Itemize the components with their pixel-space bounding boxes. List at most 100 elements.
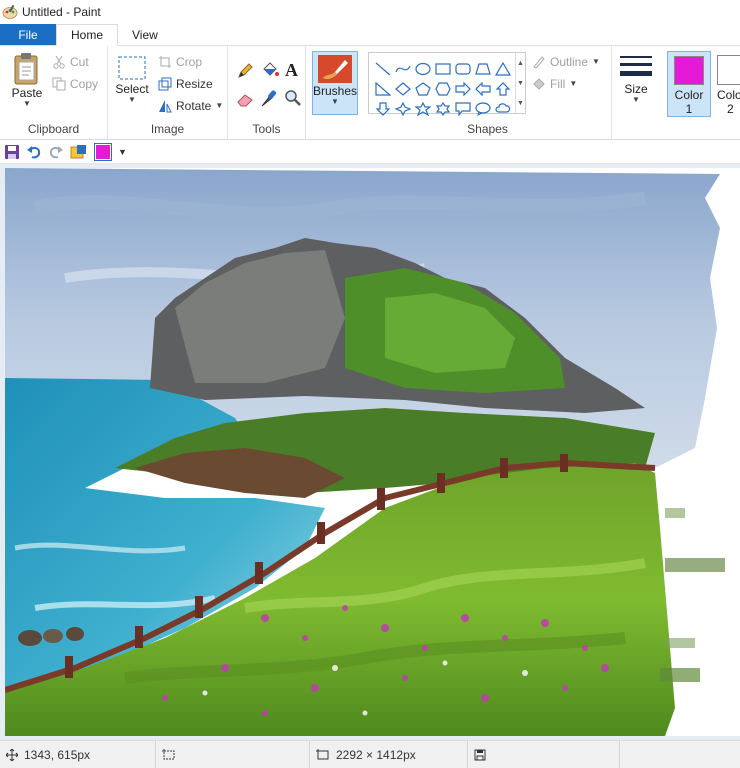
select-icon	[118, 56, 146, 80]
diamond-shape-icon[interactable]	[393, 79, 413, 99]
select-button[interactable]: Select ▼	[114, 54, 150, 104]
fill-shape-button[interactable]: Fill ▼	[532, 74, 577, 94]
oval-shape-icon[interactable]	[413, 59, 433, 79]
selection-size	[156, 741, 310, 768]
text-icon[interactable]: A	[284, 60, 302, 80]
six-point-star-shape-icon[interactable]	[433, 99, 453, 119]
chevron-down-icon: ▼	[331, 97, 339, 106]
fill-label: Fill	[550, 77, 566, 91]
size-group: Size ▼	[612, 46, 662, 140]
brushes-button[interactable]: Brushes ▼	[312, 51, 358, 115]
pencil-icon[interactable]	[236, 62, 254, 80]
right-triangle-shape-icon[interactable]	[373, 79, 393, 99]
image-size-icon	[316, 748, 329, 759]
paste-icon	[14, 53, 38, 85]
clipboard-group: Paste ▼ Cut Copy Clipboard	[0, 46, 108, 140]
shapes-group-label: Shapes	[467, 122, 508, 136]
paste-label: Paste	[11, 86, 43, 100]
scroll-down-icon[interactable]: ▼	[517, 80, 524, 87]
save-icon[interactable]	[4, 144, 20, 160]
drawing-canvas[interactable]	[5, 168, 740, 736]
crop-label: Crop	[176, 55, 203, 69]
color2-button[interactable]: Colo 2	[714, 51, 740, 117]
canvas-workspace	[0, 164, 740, 740]
expand-gallery-icon[interactable]: ▼	[517, 100, 524, 107]
down-arrow-shape-icon[interactable]	[373, 99, 393, 119]
copy-button[interactable]: Copy	[52, 74, 98, 94]
cut-icon	[53, 55, 65, 69]
paste-button[interactable]: Paste ▼	[8, 52, 46, 108]
rect-callout-shape-icon[interactable]	[453, 99, 473, 119]
shape-fill-icon	[533, 78, 545, 90]
tab-view[interactable]: View	[118, 24, 172, 45]
file-size	[468, 741, 620, 768]
pentagon-shape-icon[interactable]	[413, 79, 433, 99]
tab-file[interactable]: File	[0, 24, 56, 45]
color1-label: Color	[674, 88, 704, 102]
up-arrow-shape-icon[interactable]	[493, 79, 513, 99]
clipboard-group-label: Clipboard	[27, 122, 80, 136]
cut-label: Cut	[70, 55, 89, 69]
five-point-star-shape-icon[interactable]	[413, 99, 433, 119]
curve-shape-icon[interactable]	[393, 59, 413, 79]
fill-icon[interactable]	[260, 60, 280, 80]
quick-access-toolbar: ▼	[0, 140, 740, 164]
tab-home[interactable]: Home	[56, 24, 119, 46]
image-size-text: 2292 × 1412px	[336, 747, 416, 762]
chevron-down-icon: ▼	[23, 99, 31, 108]
image-group-label: Image	[150, 122, 185, 136]
qat-color-swatch[interactable]	[94, 142, 112, 161]
select-label: Select	[115, 82, 149, 96]
undo-icon[interactable]	[26, 144, 42, 160]
resize-label: Resize	[176, 77, 213, 91]
color1-button[interactable]: Color 1	[667, 51, 711, 117]
left-arrow-shape-icon[interactable]	[473, 79, 493, 99]
size-button[interactable]: Size ▼	[616, 54, 656, 104]
rounded-rect-shape-icon[interactable]	[453, 59, 473, 79]
four-point-star-shape-icon[interactable]	[393, 99, 413, 119]
ribbon-tabs: File Home View	[0, 24, 740, 46]
outline-button[interactable]: Outline ▼	[532, 52, 600, 72]
rotate-label: Rotate	[176, 99, 212, 113]
crop-button[interactable]: Crop	[158, 52, 202, 72]
rectangle-shape-icon[interactable]	[433, 59, 453, 79]
title-bar: Untitled - Paint	[0, 0, 740, 24]
triangle-shape-icon[interactable]	[493, 59, 513, 79]
resize-icon	[158, 77, 172, 91]
chevron-down-icon: ▼	[632, 95, 640, 104]
tools-group: A Tools	[228, 46, 306, 140]
scroll-up-icon[interactable]: ▲	[517, 60, 524, 67]
ribbon: Paste ▼ Cut Copy Clipboard Select ▼ Crop…	[0, 46, 740, 140]
brush-icon	[318, 55, 352, 83]
rotate-button[interactable]: Rotate ▼	[158, 96, 223, 116]
brushes-group: Brushes ▼	[306, 46, 364, 140]
image-size: 2292 × 1412px	[310, 741, 468, 768]
shapes-gallery[interactable]: ▲ ▼ ▼	[368, 52, 526, 116]
copy-label: Copy	[70, 77, 99, 91]
copy-icon	[52, 77, 66, 91]
color1-number: 1	[685, 102, 693, 116]
eraser-icon[interactable]	[236, 90, 254, 108]
shapes-scrollbar[interactable]: ▲ ▼ ▼	[515, 53, 525, 113]
right-arrow-shape-icon[interactable]	[453, 79, 473, 99]
status-bar: 1343, 615px 2292 × 1412px	[0, 740, 740, 768]
color2-number: 2	[727, 102, 734, 116]
cursor-position-text: 1343, 615px	[24, 747, 91, 762]
chevron-down-icon: ▼	[592, 57, 600, 66]
polygon-shape-icon[interactable]	[473, 59, 493, 79]
cut-button[interactable]: Cut	[52, 52, 89, 72]
customize-qat-icon[interactable]: ▼	[118, 147, 127, 157]
color-picker-icon[interactable]	[260, 88, 278, 108]
magnifier-icon[interactable]	[284, 88, 302, 108]
redo-icon[interactable]	[48, 144, 64, 160]
cursor-position: 1343, 615px	[0, 741, 156, 768]
oval-callout-shape-icon[interactable]	[473, 99, 493, 119]
crop-icon	[159, 56, 171, 68]
set-desktop-background-icon[interactable]	[70, 144, 88, 160]
resize-button[interactable]: Resize	[158, 74, 213, 94]
color1-swatch	[674, 56, 704, 85]
line-shape-icon[interactable]	[373, 59, 393, 79]
svg-text:A: A	[285, 60, 298, 80]
cloud-callout-shape-icon[interactable]	[493, 99, 513, 119]
hexagon-shape-icon[interactable]	[433, 79, 453, 99]
